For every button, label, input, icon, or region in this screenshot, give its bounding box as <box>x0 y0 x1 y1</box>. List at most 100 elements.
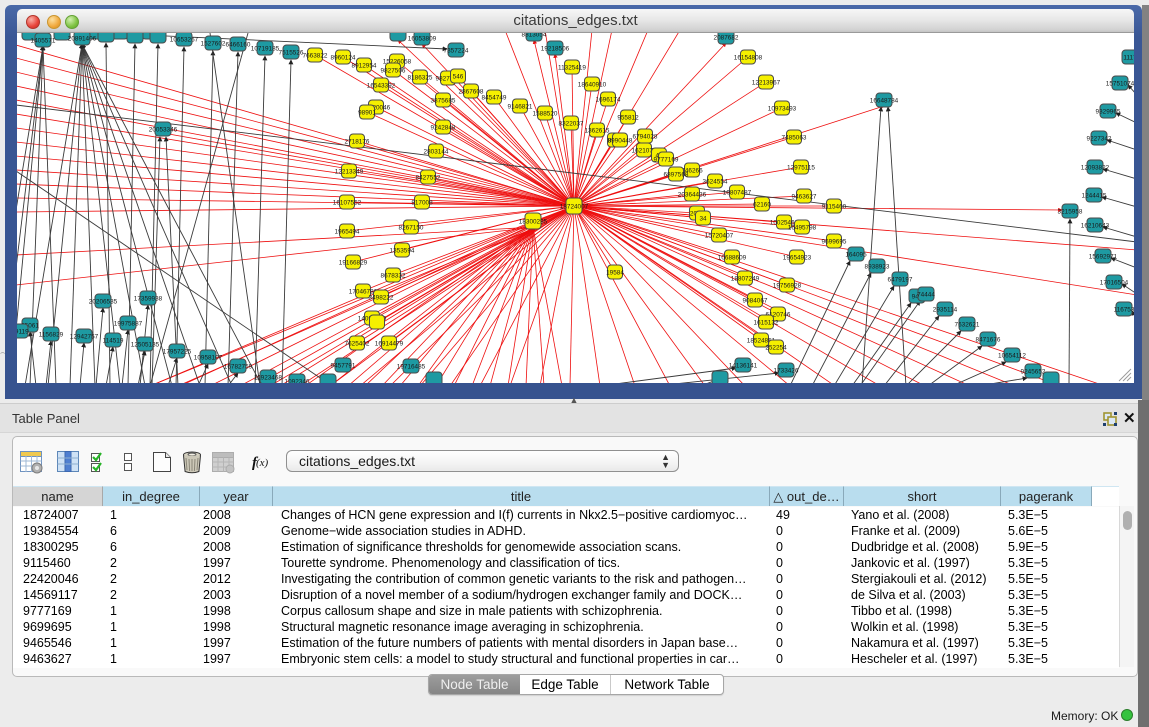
svg-text:12093822: 12093822 <box>1081 164 1110 171</box>
svg-text:12505135: 12505135 <box>131 341 160 348</box>
svg-text:8960124: 8960124 <box>331 54 356 61</box>
svg-text:34: 34 <box>699 215 707 222</box>
svg-text:19975887: 19975887 <box>114 320 143 327</box>
svg-text:1527602: 1527602 <box>201 40 226 47</box>
svg-text:15692971: 15692971 <box>1089 253 1118 260</box>
svg-text:9827506: 9827506 <box>381 67 406 74</box>
svg-text:15720407: 15720407 <box>705 232 734 239</box>
svg-text:16210643: 16210643 <box>1081 222 1110 229</box>
svg-text:3215958: 3215958 <box>1058 208 1083 215</box>
svg-text:17359938: 17359938 <box>134 295 163 302</box>
svg-text:1156829: 1156829 <box>39 331 64 338</box>
svg-text:7632621: 7632621 <box>955 321 980 328</box>
svg-text:17016504: 17016504 <box>1100 279 1129 286</box>
svg-text:1965494: 1965494 <box>335 228 360 235</box>
svg-text:8427552: 8427552 <box>416 174 441 181</box>
svg-text:12213349: 12213349 <box>335 168 364 175</box>
svg-text:2935114: 2935114 <box>933 306 958 313</box>
svg-text:10807487: 10807487 <box>723 189 752 196</box>
svg-text:62160: 62160 <box>753 201 771 208</box>
svg-text:8912954: 8912954 <box>352 62 377 69</box>
svg-text:16154808: 16154808 <box>734 54 763 61</box>
svg-text:7485063: 7485063 <box>782 134 807 141</box>
svg-text:8938923: 8938923 <box>865 263 890 270</box>
svg-text:2718176: 2718176 <box>345 138 370 145</box>
svg-text:817008: 817008 <box>411 199 433 206</box>
svg-text:7625402: 7625402 <box>345 340 370 347</box>
svg-text:17957225: 17957225 <box>163 348 192 355</box>
svg-text:546: 546 <box>453 73 464 80</box>
svg-text:116753: 116753 <box>1114 306 1134 313</box>
svg-text:1405571: 1405571 <box>31 37 56 44</box>
svg-text:12942757: 12942757 <box>70 333 99 340</box>
svg-text:8322037: 8322037 <box>559 120 584 127</box>
svg-text:(x): (x) <box>256 457 269 469</box>
svg-text:8471676: 8471676 <box>976 336 1001 343</box>
svg-text:10973493: 10973493 <box>768 105 797 112</box>
svg-text:9329965: 9329965 <box>1096 108 1121 115</box>
svg-text:1733426: 1733426 <box>774 367 799 374</box>
svg-text:7663822: 7663822 <box>303 52 328 59</box>
svg-text:19166829: 19166829 <box>339 259 368 266</box>
svg-text:12213967: 12213967 <box>752 79 781 86</box>
svg-text:10653267: 10653267 <box>170 36 199 43</box>
svg-text:14136141: 14136141 <box>729 362 758 369</box>
svg-text:2803144: 2803144 <box>424 148 449 155</box>
svg-text:98901: 98901 <box>358 109 376 116</box>
svg-text:9463627: 9463627 <box>792 193 817 200</box>
svg-text:3875685: 3875685 <box>431 97 456 104</box>
svg-text:1117: 1117 <box>1123 54 1134 61</box>
svg-text:7515526: 7515526 <box>279 49 304 56</box>
svg-text:16543392: 16543392 <box>367 82 396 89</box>
svg-text:16648784: 16648784 <box>870 97 899 104</box>
svg-text:164095: 164095 <box>845 251 867 258</box>
svg-text:16107552: 16107552 <box>333 199 362 206</box>
svg-text:18724007: 18724007 <box>560 203 589 210</box>
svg-text:20891406: 20891406 <box>68 35 97 42</box>
svg-text:16914479: 16914479 <box>375 340 404 347</box>
svg-text:89119: 89119 <box>17 328 29 335</box>
svg-text:9245652: 9245652 <box>1021 368 1046 375</box>
svg-text:8678332: 8678332 <box>381 272 406 279</box>
svg-text:9115460: 9115460 <box>822 203 847 210</box>
svg-text:2867608: 2867608 <box>459 88 484 95</box>
svg-text:9457791: 9457791 <box>331 362 356 369</box>
svg-text:1362615: 1362615 <box>585 127 610 134</box>
svg-text:8186325: 8186325 <box>408 74 433 81</box>
svg-text:1353594: 1353594 <box>390 247 415 254</box>
svg-text:9242848: 9242848 <box>431 124 456 131</box>
svg-text:10958107: 10958107 <box>194 354 223 361</box>
svg-text:9084067: 9084067 <box>743 297 768 304</box>
svg-text:9227342: 9227342 <box>1087 135 1112 142</box>
svg-text:10688609: 10688609 <box>718 254 747 261</box>
svg-text:1588520: 1588520 <box>533 110 558 117</box>
svg-text:20053346: 20053346 <box>149 126 178 133</box>
svg-text:9699695: 9699695 <box>822 238 847 245</box>
svg-text:3498222: 3498222 <box>369 294 394 301</box>
svg-text:11923468: 11923468 <box>254 374 282 381</box>
svg-text:19584: 19584 <box>606 269 624 276</box>
svg-text:15751074: 15751074 <box>1106 80 1134 87</box>
svg-text:20206535: 20206535 <box>89 298 118 305</box>
svg-text:955812: 955812 <box>617 114 639 121</box>
svg-text:19756928: 19756928 <box>773 282 802 289</box>
svg-text:11325419: 11325419 <box>558 64 586 71</box>
svg-text:9777169: 9777169 <box>654 156 679 163</box>
svg-text:18640910: 18640910 <box>578 81 607 88</box>
svg-text:20364436: 20364436 <box>678 191 707 198</box>
svg-text:18807249: 18807249 <box>731 275 760 282</box>
svg-text:74444: 74444 <box>917 291 935 298</box>
svg-text:10654112: 10654112 <box>998 352 1026 359</box>
svg-text:1696174: 1696174 <box>596 96 621 103</box>
svg-text:6897568: 6897568 <box>664 171 689 178</box>
svg-text:252254: 252254 <box>765 344 787 351</box>
svg-text:8990448: 8990448 <box>608 137 633 144</box>
svg-text:19716485: 19716485 <box>397 363 426 370</box>
svg-text:16495798: 16495798 <box>788 224 817 231</box>
svg-text:3624554: 3624554 <box>703 178 728 185</box>
svg-text:19218506: 19218506 <box>541 45 570 52</box>
svg-text:10719185: 10719185 <box>251 45 280 52</box>
svg-text:6466160: 6466160 <box>226 41 251 48</box>
svg-text:12975115: 12975115 <box>787 164 815 171</box>
svg-text:8454749: 8454749 <box>482 94 507 101</box>
